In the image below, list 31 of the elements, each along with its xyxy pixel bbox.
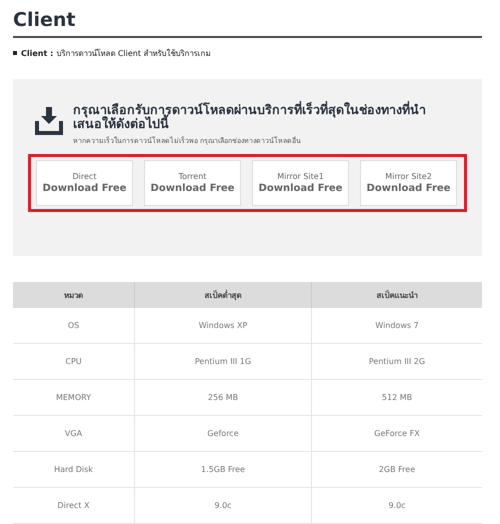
table-cell: Pentium III 1G (134, 344, 312, 380)
table-cell: 9.0c (312, 488, 482, 524)
column-header: หมวด (13, 282, 134, 308)
download-icon (35, 107, 63, 135)
table-cell: OS (13, 308, 134, 344)
page-title: Client (13, 8, 482, 38)
table-cell: Hard Disk (13, 452, 134, 488)
table-cell: Geforce (134, 416, 312, 452)
download-button[interactable]: Torrent Download Free (144, 160, 241, 206)
intro-text: บริการดาวน์โหลด Client สำหรับใช้บริการเกม (56, 48, 211, 60)
download-button[interactable]: Mirror Site2 Download Free (360, 160, 457, 206)
table-cell: Windows 7 (312, 308, 482, 344)
table-cell: 2GB Free (312, 452, 482, 488)
table-cell: MEMORY (13, 380, 134, 416)
table-cell: 9.0c (134, 488, 312, 524)
table-cell: GeForce FX (312, 416, 482, 452)
column-header: สเป็คต่ำสุด (134, 282, 312, 308)
table-cell: Direct X (13, 488, 134, 524)
table-cell: CPU (13, 344, 134, 380)
column-header: สเป็คแนะนำ (312, 282, 482, 308)
download-button[interactable]: Mirror Site1 Download Free (252, 160, 349, 206)
bullet-icon (13, 51, 17, 55)
table-cell: VGA (13, 416, 134, 452)
table-cell: 1.5GB Free (134, 452, 312, 488)
intro-label: Client : (21, 48, 54, 58)
download-button[interactable]: Direct Download Free (36, 160, 133, 206)
table-cell: 256 MB (134, 380, 312, 416)
download-heading: กรุณาเลือกรับการดาวน์โหลดผ่านบริการที่เร็วที่สุดในช่องทางที่นำเสนอให้ดังต่อไปนี้ (73, 103, 427, 131)
table-cell: Pentium III 2G (312, 344, 482, 380)
table-cell: Windows XP (134, 308, 312, 344)
table-cell: 512 MB (312, 380, 482, 416)
